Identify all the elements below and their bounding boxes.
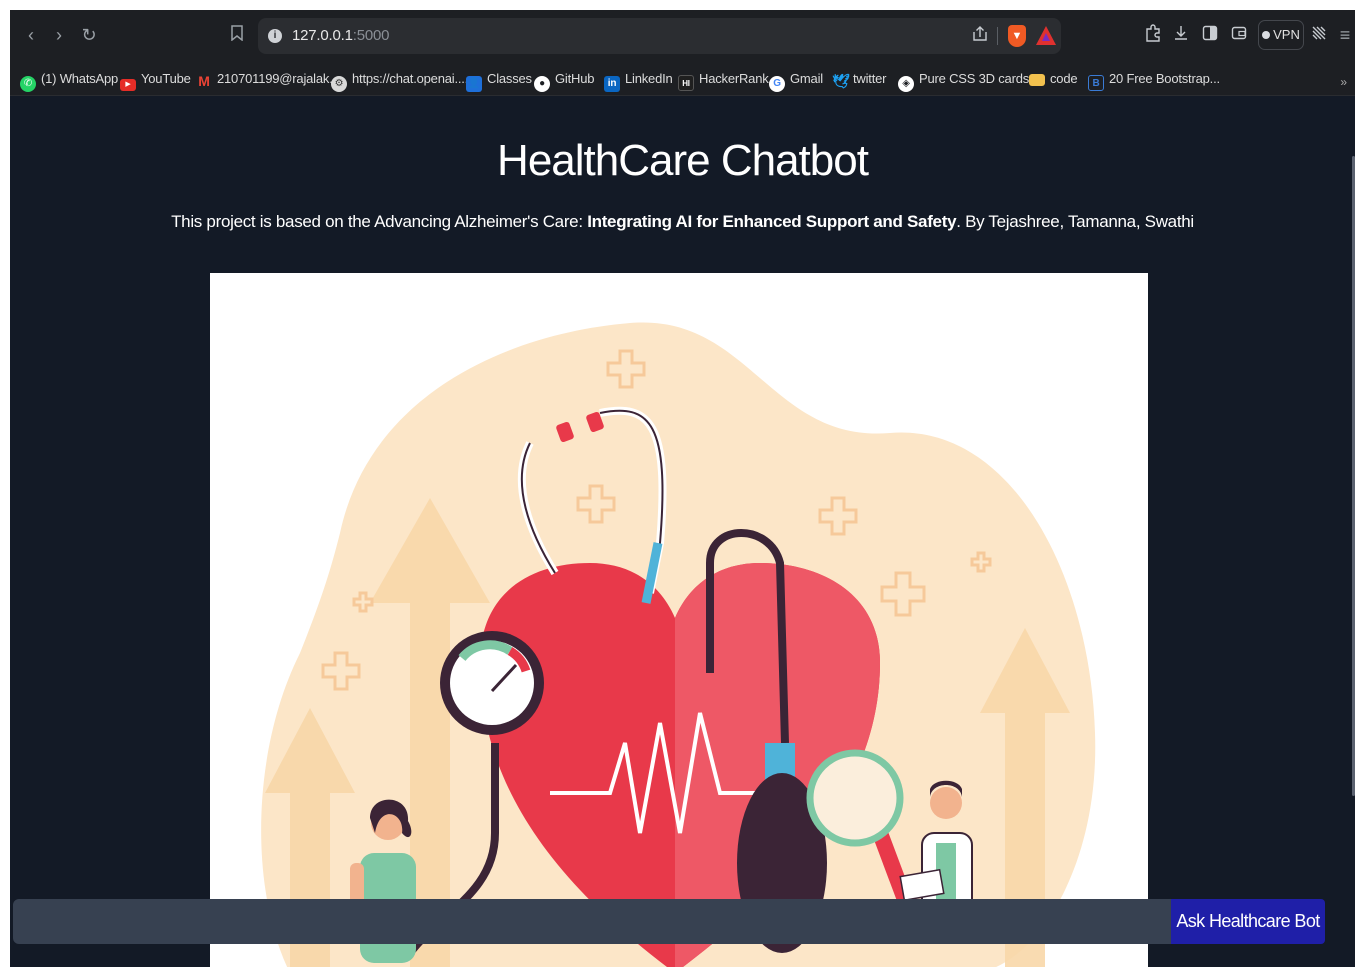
divider: [997, 27, 998, 45]
magnifier-ring: [806, 749, 904, 847]
share-icon[interactable]: [970, 26, 990, 46]
bookmark-icon[interactable]: [226, 24, 248, 46]
bookmark-openai[interactable]: ⚙ https://chat.openai....: [331, 69, 468, 92]
bookmark-bootstrap[interactable]: B 20 Free Bootstrap...: [1088, 69, 1220, 91]
google-icon: G: [769, 76, 785, 92]
menu-icon[interactable]: ≡: [1334, 24, 1355, 46]
sidebar-icon[interactable]: [1199, 24, 1221, 46]
bookmark-hackerrank[interactable]: HI HackerRank: [678, 69, 769, 91]
page-subtitle: This project is based on the Advancing A…: [171, 212, 1194, 231]
reload-icon[interactable]: ↻: [78, 24, 100, 46]
wallet-icon[interactable]: [1228, 24, 1250, 46]
bootstrap-icon: B: [1088, 75, 1104, 91]
bookmark-mail[interactable]: M 210701199@rajalak...: [196, 69, 339, 89]
site-info-icon[interactable]: i: [268, 29, 282, 43]
address-bar[interactable]: i 127.0.0.1:5000 ▼: [258, 18, 1061, 54]
twitter-icon: 🕊: [832, 73, 850, 89]
vpn-status-icon: [1262, 31, 1271, 39]
vpn-button[interactable]: VPN: [1258, 20, 1304, 50]
whatsapp-icon: ✆: [20, 76, 36, 92]
leo-ai-icon[interactable]: [1308, 24, 1330, 46]
url-text[interactable]: 127.0.0.1:5000: [292, 27, 390, 44]
folder-icon: [1029, 74, 1045, 86]
forward-icon[interactable]: ›: [48, 24, 70, 46]
linkedin-icon: in: [604, 76, 620, 92]
page-content: HealthCare Chatbot This project is based…: [10, 96, 1355, 967]
classroom-icon: 👤: [466, 76, 482, 92]
gmail-icon: M: [198, 73, 210, 89]
browser-toolbar: ‹ › ↻ i 127.0.0.1:5000 ▼ VPN ≡: [10, 10, 1355, 62]
chat-input[interactable]: [13, 899, 1173, 944]
bookmark-code[interactable]: code: [1029, 69, 1078, 89]
codepen-icon: ◈: [898, 76, 914, 92]
more-bookmarks-icon[interactable]: »: [1340, 75, 1347, 89]
bookmark-purecss[interactable]: ◈ Pure CSS 3D cards,...: [898, 69, 1043, 92]
github-icon: ●: [534, 76, 550, 92]
hero-illustration: [210, 273, 1148, 967]
back-icon[interactable]: ‹: [20, 24, 42, 46]
bookmark-classes[interactable]: 👤 Classes: [466, 69, 532, 92]
hackerrank-icon: HI: [678, 75, 694, 91]
bookmarks-bar: ✆ (1) WhatsApp ▶ YouTube M 210701199@rajala…: [10, 62, 1355, 96]
bookmark-whatsapp[interactable]: ✆ (1) WhatsApp: [20, 69, 118, 92]
browser-window: ‹ › ↻ i 127.0.0.1:5000 ▼ VPN ≡ ✆ (1) Wha…: [10, 10, 1355, 967]
brave-shield-icon[interactable]: ▼: [1008, 25, 1026, 47]
extensions-icon[interactable]: [1142, 24, 1164, 46]
bookmark-github[interactable]: ● GitHub: [534, 69, 594, 92]
download-icon[interactable]: [1170, 24, 1192, 46]
bookmark-gmail[interactable]: G Gmail: [769, 69, 823, 92]
bookmark-twitter[interactable]: 🕊 twitter: [832, 69, 886, 89]
youtube-icon: ▶: [120, 79, 136, 91]
page-title: HealthCare Chatbot: [497, 136, 869, 185]
bookmark-linkedin[interactable]: in LinkedIn: [604, 69, 673, 92]
bookmark-youtube[interactable]: ▶ YouTube: [120, 69, 191, 91]
ask-healthcare-bot-button[interactable]: Ask Healthcare Bot: [1171, 899, 1325, 944]
brave-rewards-icon[interactable]: [1036, 26, 1056, 45]
openai-icon: ⚙: [331, 76, 347, 92]
